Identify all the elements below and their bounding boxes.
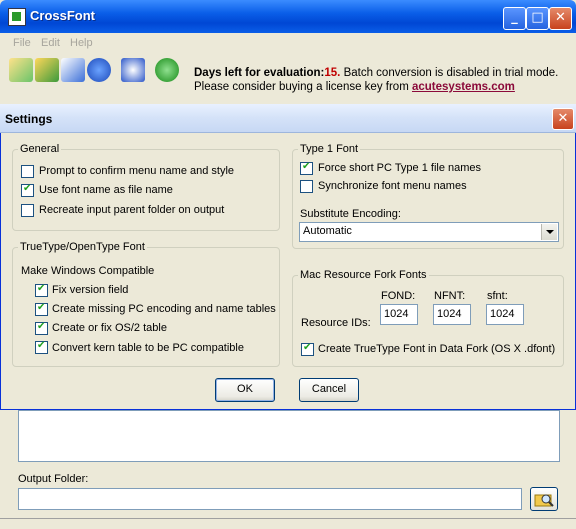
fix-version-label: Fix version field — [52, 284, 129, 296]
create-dfont-checkbox[interactable] — [301, 342, 314, 356]
help-icon[interactable] — [155, 58, 179, 82]
status-bar — [0, 518, 576, 529]
output-folder-field[interactable] — [18, 488, 522, 510]
fond-input[interactable]: 1024 — [380, 304, 418, 325]
substitute-encoding-select[interactable]: Automatic — [299, 222, 559, 242]
main-title-bar: CrossFont _ □ ✕ — [0, 0, 576, 33]
browse-button[interactable] — [530, 487, 558, 511]
maximize-icon: □ — [531, 10, 544, 25]
eval-prefix: Days left for evaluation: — [194, 67, 325, 79]
substitute-encoding-label: Substitute Encoding: — [300, 208, 401, 220]
fond-label: FOND: — [381, 290, 416, 302]
type1-legend: Type 1 Font — [298, 143, 361, 155]
close-icon: ✕ — [555, 10, 566, 25]
eval-line1: Batch conversion is disabled in trial mo… — [343, 67, 559, 79]
recreate-folder-label: Recreate input parent folder on output — [39, 204, 225, 216]
dialog-title: Settings — [5, 112, 53, 126]
output-folder-label: Output Folder: — [18, 473, 89, 485]
nfnt-input[interactable]: 1024 — [433, 304, 471, 325]
sfnt-label: sfnt: — [487, 290, 508, 302]
undo-icon[interactable] — [121, 58, 145, 82]
ok-button[interactable]: OK — [215, 378, 275, 402]
menu-bar: File Edit Help — [0, 33, 576, 53]
make-windows-compatible-label: Make Windows Compatible — [21, 265, 155, 277]
window-title: CrossFont — [30, 8, 95, 23]
fix-version-checkbox[interactable] — [35, 283, 48, 297]
maximize-button[interactable]: □ — [526, 7, 549, 30]
convert-kern-checkbox[interactable] — [35, 340, 48, 354]
add-folder-icon[interactable] — [35, 58, 59, 82]
prompt-confirm-checkbox[interactable] — [21, 165, 34, 178]
create-encoding-checkbox[interactable] — [35, 302, 48, 316]
menu-help[interactable]: Help — [70, 37, 93, 49]
dialog-title-bar: Settings — [0, 104, 576, 133]
eval-line2: Please consider buying a license key fro… — [194, 81, 409, 93]
info-icon[interactable] — [87, 58, 111, 82]
create-encoding-label: Create missing PC encoding and name tabl… — [52, 303, 276, 315]
nfnt-label: NFNT: — [434, 290, 466, 302]
encoding-value: Automatic — [303, 225, 352, 237]
menu-edit[interactable]: Edit — [41, 37, 60, 49]
app-icon — [8, 8, 26, 26]
convert-icon[interactable] — [61, 58, 85, 82]
menu-file[interactable]: File — [13, 37, 31, 49]
prompt-confirm-label: Prompt to confirm menu name and style — [39, 165, 235, 177]
os2-table-label: Create or fix OS/2 table — [52, 322, 167, 334]
truetype-legend: TrueType/OpenType Font — [18, 241, 147, 253]
force-short-names-label: Force short PC Type 1 file names — [318, 162, 482, 174]
minimize-button[interactable]: _ — [503, 7, 526, 30]
evaluation-message: Days left for evaluation:15. Batch conve… — [194, 66, 558, 94]
resource-ids-label: Resource IDs: — [301, 317, 371, 329]
close-button[interactable]: ✕ — [549, 7, 572, 30]
chevron-down-icon[interactable] — [541, 224, 557, 240]
minimize-icon: _ — [511, 10, 518, 25]
eval-days: 15. — [324, 67, 341, 79]
convert-kern-label: Convert kern table to be PC compatible — [52, 342, 244, 354]
folder-search-icon — [534, 494, 554, 507]
os2-table-checkbox[interactable] — [35, 321, 48, 335]
fond-value: 1024 — [384, 308, 409, 320]
close-icon: ✕ — [557, 111, 569, 126]
use-font-name-label: Use font name as file name — [39, 184, 173, 196]
file-list[interactable] — [18, 410, 560, 462]
add-files-icon[interactable] — [9, 58, 33, 82]
mac-resource-legend: Mac Resource Fork Fonts — [298, 269, 429, 281]
sfnt-input[interactable]: 1024 — [486, 304, 524, 325]
synchronize-menu-label: Synchronize font menu names — [318, 180, 467, 192]
sfnt-value: 1024 — [490, 308, 515, 320]
license-link[interactable]: acutesystems.com — [412, 81, 515, 93]
force-short-names-checkbox[interactable] — [300, 161, 313, 175]
nfnt-value: 1024 — [437, 308, 462, 320]
cancel-button[interactable]: Cancel — [299, 378, 359, 402]
create-dfont-label: Create TrueType Font in Data Fork (OS X … — [318, 343, 556, 355]
dialog-close-button[interactable]: ✕ — [552, 108, 574, 130]
synchronize-menu-checkbox[interactable] — [300, 180, 313, 193]
recreate-folder-checkbox[interactable] — [21, 204, 34, 217]
use-font-name-checkbox[interactable] — [21, 183, 34, 197]
general-legend: General — [18, 143, 62, 155]
